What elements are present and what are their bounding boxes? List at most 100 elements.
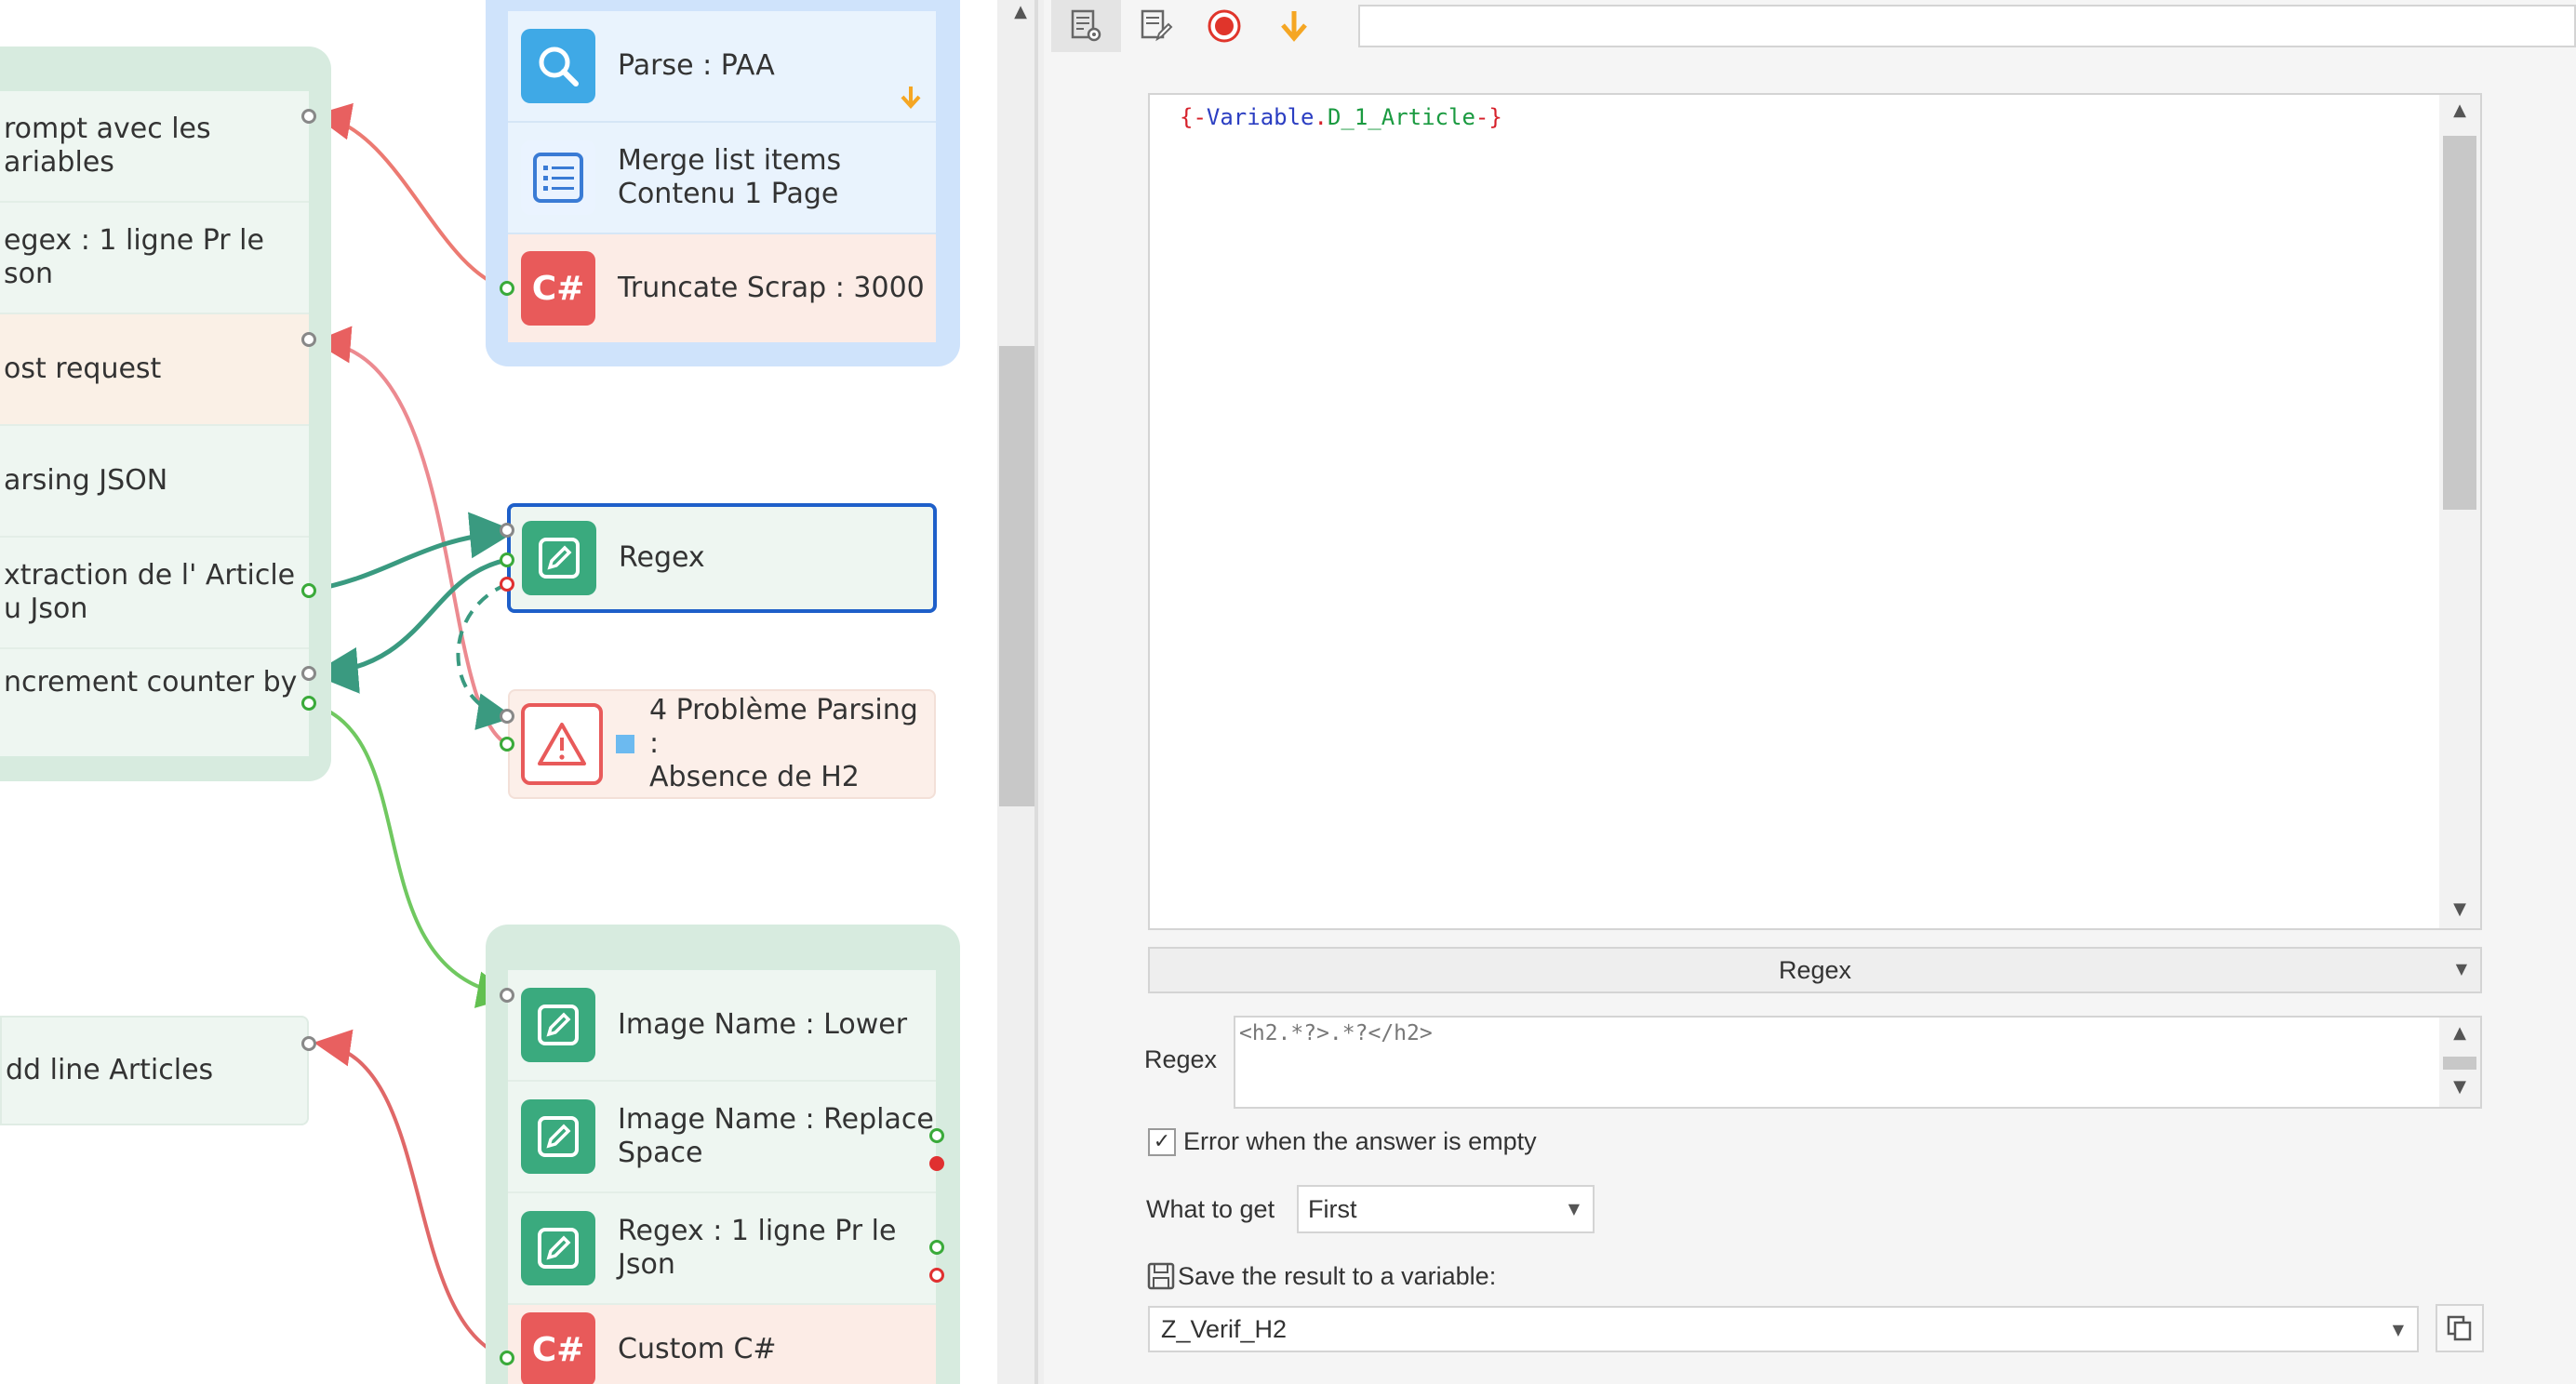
error-checkbox-row[interactable]: ✓ Error when the answer is empty — [1148, 1127, 1537, 1156]
save-icon — [1147, 1262, 1175, 1290]
regex-input[interactable]: <h2.*?>.*?</h2> ▲ ▼ — [1234, 1016, 2482, 1109]
save-variable-value: Z_Verif_H2 — [1161, 1314, 1288, 1343]
left-node-1[interactable]: rompt avec les ariables — [0, 91, 309, 203]
node-label: Truncate Scrap : 3000 — [618, 272, 925, 304]
left-node-3[interactable]: ost request — [0, 314, 309, 426]
left-node-6[interactable]: ncrement counter by — [0, 649, 309, 756]
node-label: egex : 1 ligne Pr le son — [4, 224, 264, 290]
save-result-label: Save the result to a variable: — [1178, 1261, 1497, 1290]
record-icon — [1208, 9, 1241, 43]
save-result-row: Save the result to a variable: — [1146, 1261, 1496, 1291]
scroll-thumb[interactable] — [2443, 136, 2476, 510]
edit-doc-icon — [1141, 9, 1173, 42]
workflow-canvas[interactable]: rompt avec les ariables egex : 1 ligne P… — [0, 0, 997, 1384]
output-port[interactable] — [929, 1128, 944, 1143]
regex-scrollbar[interactable]: ▲ ▼ — [2439, 1018, 2480, 1107]
scroll-down-arrow[interactable]: ▼ — [2447, 1077, 2473, 1097]
scroll-thumb[interactable] — [2443, 1057, 2476, 1070]
scroll-down-arrow[interactable]: ▼ — [2447, 899, 2473, 919]
pencil-icon — [521, 1099, 595, 1174]
merge-list-node[interactable]: Merge list items Contenu 1 Page — [508, 123, 936, 234]
image-name-replace-node[interactable]: Image Name : Replace Space — [508, 1082, 936, 1193]
custom-csharp-node[interactable]: C# Custom C# — [508, 1305, 936, 1384]
node-label: ncrement counter by — [4, 666, 298, 699]
chevron-down-icon: ▼ — [1568, 1200, 1580, 1218]
error-checkbox[interactable]: ✓ — [1148, 1127, 1176, 1156]
parse-paa-node[interactable]: Parse : PAA — [508, 11, 936, 123]
image-name-lower-node[interactable]: Image Name : Lower — [508, 970, 936, 1082]
output-port[interactable] — [500, 737, 514, 752]
input-text-value: {-Variable.D_1_Article-} — [1180, 104, 1502, 130]
output-port[interactable] — [301, 332, 316, 347]
regex-value: <h2.*?>.*?</h2> — [1239, 1021, 1433, 1045]
left-node-5[interactable]: xtraction de l' Article u Json — [0, 538, 309, 649]
pencil-icon — [521, 1211, 595, 1285]
arrow-down-button[interactable] — [1260, 0, 1329, 52]
copy-icon — [2447, 1315, 2472, 1341]
error-port[interactable] — [929, 1156, 944, 1171]
scroll-up-arrow[interactable]: ▲ — [2447, 100, 2473, 120]
scroll-up-arrow[interactable]: ▲ — [1008, 2, 1033, 24]
left-node-4[interactable]: arsing JSON — [0, 426, 309, 538]
error-port[interactable] — [929, 1268, 944, 1283]
list-icon — [521, 140, 595, 215]
csharp-icon: C# — [521, 1312, 595, 1384]
arrow-down-icon — [901, 86, 921, 109]
bottom-group-list: Image Name : Lower Image Name : Replace … — [508, 970, 936, 1384]
output-port[interactable] — [301, 696, 316, 711]
connection-line — [312, 557, 508, 694]
copy-variable-button[interactable] — [2436, 1304, 2484, 1352]
edit-doc-button[interactable] — [1121, 0, 1191, 52]
what-to-get-select[interactable]: First ▼ — [1297, 1185, 1595, 1233]
regex-node[interactable]: Regex — [507, 503, 937, 613]
top-right-group-list: Parse : PAA Merge list items Contenu 1 P… — [508, 11, 936, 342]
input-port[interactable] — [500, 281, 514, 296]
node-label: Regex : 1 ligne Pr le Json — [618, 1215, 897, 1281]
scroll-up-arrow[interactable]: ▲ — [2447, 1023, 2473, 1043]
node-label: Image Name : Lower — [618, 1008, 908, 1041]
node-label: Merge list items Contenu 1 Page — [618, 144, 842, 210]
save-variable-select[interactable]: Z_Verif_H2 ▼ — [1148, 1306, 2419, 1352]
scroll-thumb[interactable] — [999, 346, 1034, 806]
output-port[interactable] — [301, 109, 316, 124]
output-port[interactable] — [929, 1240, 944, 1255]
pencil-icon — [521, 988, 595, 1062]
toolbar-search-input[interactable] — [1358, 5, 2576, 47]
action-dropdown[interactable]: Regex ▼ — [1148, 947, 2482, 993]
regex-label: Regex — [1144, 1045, 1218, 1073]
connection-line — [308, 512, 516, 593]
splitter[interactable] — [1034, 0, 1038, 1384]
search-icon — [521, 29, 595, 103]
input-port[interactable] — [500, 523, 514, 538]
input-port[interactable] — [500, 709, 514, 724]
node-label: ost request — [4, 353, 162, 385]
output-port[interactable] — [500, 552, 514, 567]
chevron-down-icon: ▼ — [2392, 1321, 2404, 1338]
regex-ligne-node[interactable]: Regex : 1 ligne Pr le Json — [508, 1193, 936, 1305]
warning-icon — [521, 703, 603, 785]
arrow-down-icon — [1281, 11, 1307, 42]
truncate-scrap-node[interactable]: C# Truncate Scrap : 3000 — [508, 234, 936, 342]
input-text-area[interactable]: {-Variable.D_1_Article-} ▲ ▼ — [1148, 93, 2482, 930]
settings-doc-button[interactable] — [1051, 0, 1121, 52]
add-line-articles-node[interactable]: dd line Articles — [0, 1016, 309, 1125]
output-port[interactable] — [301, 666, 316, 681]
csharp-icon: C# — [521, 251, 595, 326]
output-port[interactable] — [301, 1036, 316, 1051]
node-label: arsing JSON — [4, 464, 168, 497]
error-port[interactable] — [500, 577, 514, 592]
problem-parsing-node[interactable]: 4 Problème Parsing : Absence de H2 — [508, 689, 936, 799]
node-label: Custom C# — [618, 1333, 777, 1365]
input-port[interactable] — [500, 1351, 514, 1365]
record-button[interactable] — [1190, 0, 1260, 52]
output-port[interactable] — [301, 583, 316, 598]
node-label: Parse : PAA — [618, 49, 775, 82]
properties-panel: {-Variable.D_1_Article-} ▲ ▼ Regex ▼ Reg… — [1044, 0, 2576, 1384]
input-port[interactable] — [500, 988, 514, 1003]
left-node-2[interactable]: egex : 1 ligne Pr le son — [0, 203, 309, 314]
connection-line — [314, 102, 508, 290]
node-label: Regex — [619, 541, 705, 574]
textarea-scrollbar[interactable]: ▲ ▼ — [2439, 95, 2480, 928]
left-group-list: rompt avec les ariables egex : 1 ligne P… — [0, 91, 309, 756]
connection-line — [314, 1029, 508, 1360]
